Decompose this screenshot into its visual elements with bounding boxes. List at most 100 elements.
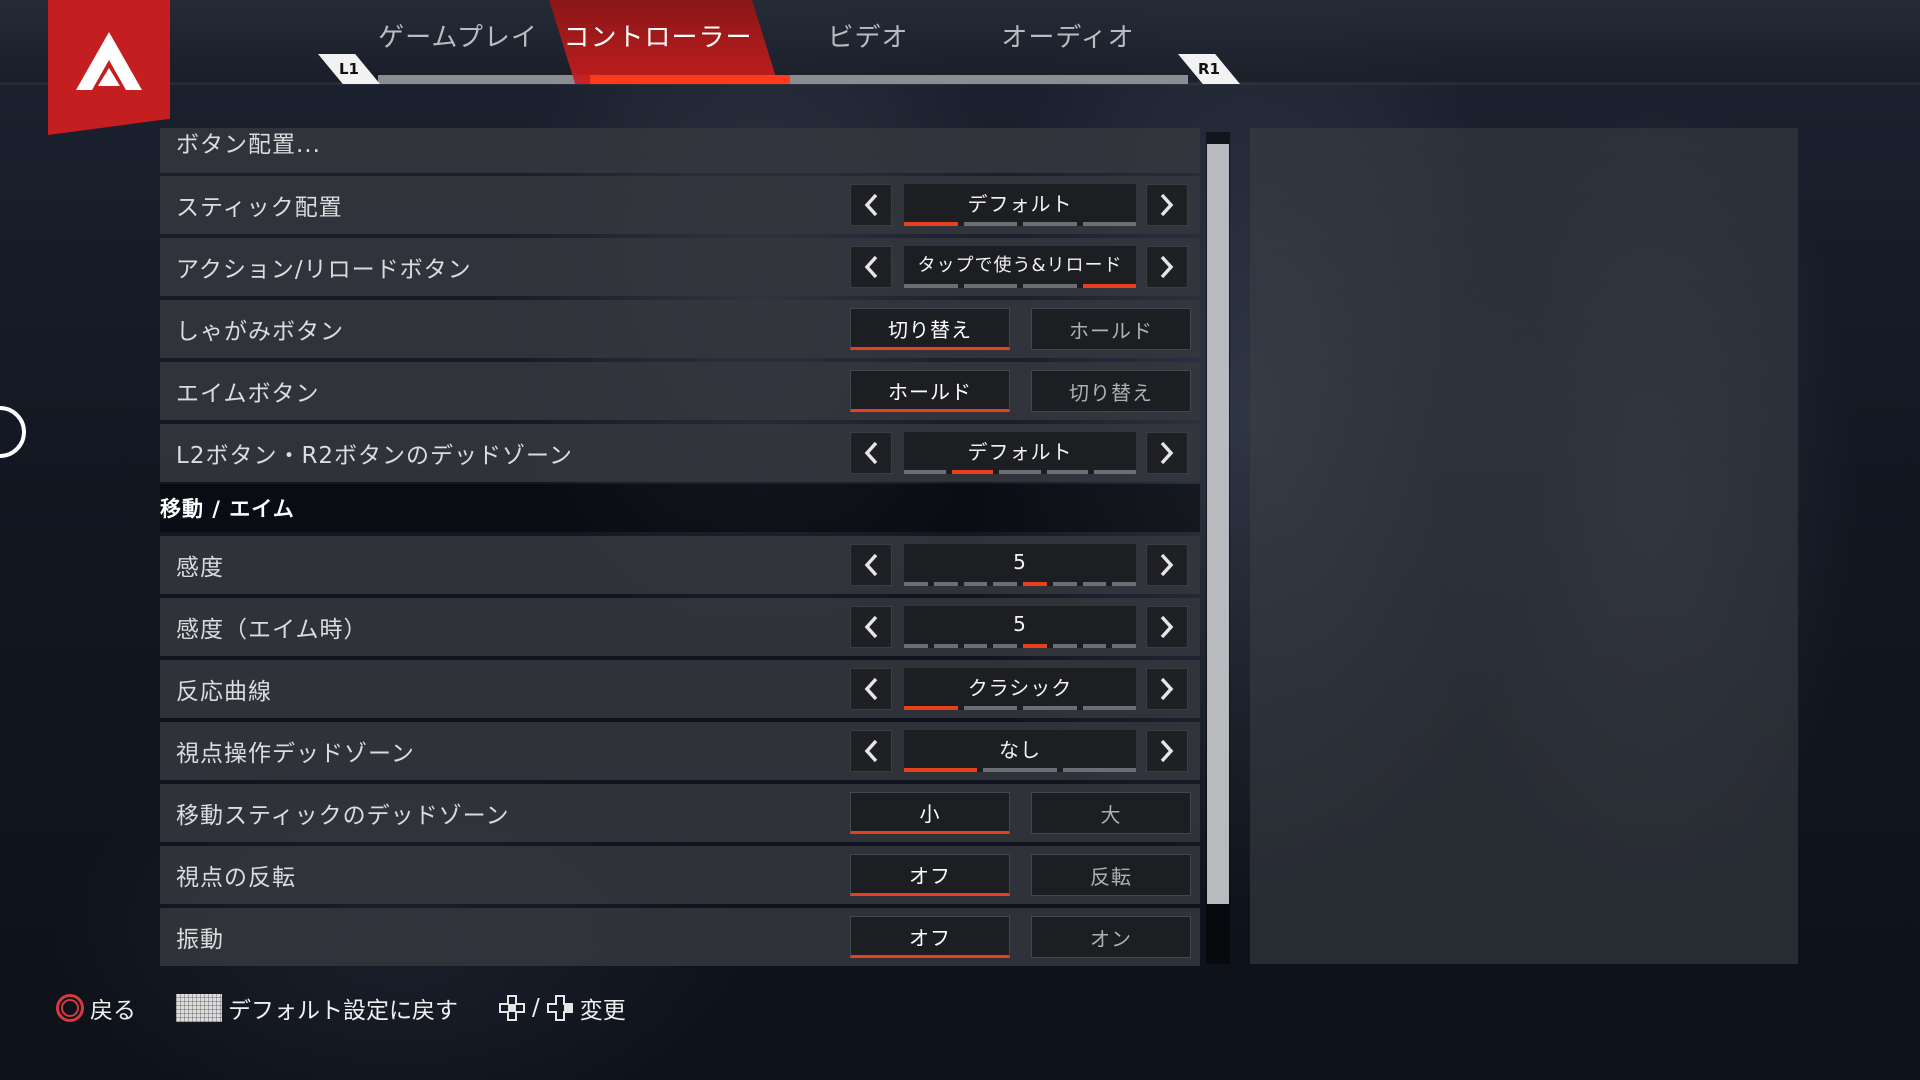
selector-segments <box>904 470 1136 474</box>
chevron-right-icon <box>1160 193 1174 217</box>
sensitivity-selector[interactable]: 5 <box>904 544 1136 586</box>
selector-value: デフォルト <box>967 439 1073 464</box>
selector-segment <box>951 470 994 474</box>
move-deadzone-large-option[interactable]: 大 <box>1031 792 1191 834</box>
move-deadzone-small-option[interactable]: 小 <box>850 792 1010 834</box>
row-button-layout[interactable]: ボタン配置... <box>160 128 1200 173</box>
row-label: 感度（エイム時） <box>176 617 368 643</box>
row-label: 視点操作デッドゾーン <box>176 741 415 767</box>
crouch-toggle-option[interactable]: 切り替え <box>850 308 1010 350</box>
selector-segment <box>1052 582 1077 586</box>
ads-sensitivity-selector[interactable]: 5 <box>904 606 1136 648</box>
next-arrow-button[interactable] <box>1146 544 1188 586</box>
row-label: 感度 <box>176 555 224 581</box>
chevron-right-icon <box>1160 739 1174 763</box>
crouch-hold-option[interactable]: ホールド <box>1031 308 1191 350</box>
change-prompt[interactable]: / 変更 <box>498 991 626 1025</box>
next-arrow-button[interactable] <box>1146 432 1188 474</box>
next-arrow-button[interactable] <box>1146 730 1188 772</box>
selector-segment <box>933 644 958 648</box>
selector-value: デフォルト <box>967 191 1073 216</box>
back-prompt[interactable]: 戻る <box>56 991 136 1025</box>
chevron-right-icon <box>1160 255 1174 279</box>
row-label: しゃがみボタン <box>176 319 344 345</box>
tab-video[interactable]: ビデオ <box>768 0 968 84</box>
selector-segment <box>963 644 988 648</box>
vibration-off-option[interactable]: オフ <box>850 916 1010 958</box>
selector-segments <box>904 768 1136 772</box>
selector-segment <box>1094 470 1136 474</box>
response-curve-selector[interactable]: クラシック <box>904 668 1136 710</box>
chevron-left-icon <box>864 255 878 279</box>
selector-segment <box>1082 706 1136 710</box>
chevron-right-icon <box>1160 553 1174 577</box>
next-arrow-button[interactable] <box>1146 184 1188 226</box>
row-stick-layout: スティック配置 デフォルト <box>160 176 1200 234</box>
selector-segment <box>963 222 1017 226</box>
selector-segment <box>999 470 1041 474</box>
prev-arrow-button[interactable] <box>850 606 892 648</box>
prev-arrow-button[interactable] <box>850 668 892 710</box>
action-reload-selector[interactable]: タップで使う&リロード <box>904 246 1136 288</box>
aim-toggle-option[interactable]: 切り替え <box>1031 370 1191 412</box>
chevron-left-icon <box>864 739 878 763</box>
next-arrow-button[interactable] <box>1146 606 1188 648</box>
selector-value: タップで使う&リロード <box>917 255 1123 276</box>
row-vibration: 振動 オフ オン <box>160 908 1200 966</box>
scrollbar-thumb[interactable] <box>1207 144 1229 904</box>
prev-arrow-button[interactable] <box>850 432 892 474</box>
row-trigger-deadzone: L2ボタン・R2ボタンのデッドゾーン デフォルト <box>160 424 1200 482</box>
selector-segments <box>904 582 1136 586</box>
trigger-deadzone-selector[interactable]: デフォルト <box>904 432 1136 474</box>
selector-segment <box>963 284 1017 288</box>
next-arrow-button[interactable] <box>1146 668 1188 710</box>
dpad-icon <box>546 994 574 1022</box>
selector-segment <box>1023 706 1077 710</box>
touchpad-button-icon <box>176 994 222 1022</box>
selector-segment <box>904 706 958 710</box>
change-separator: / <box>532 995 540 1021</box>
settings-tabs: L1 ゲームプレイ コントローラー ビデオ オーディオ R1 <box>318 0 1248 84</box>
apex-logo <box>48 0 170 135</box>
selector-segment <box>1112 644 1136 648</box>
row-label: 振動 <box>176 927 224 953</box>
selector-segment <box>904 768 978 772</box>
row-response-curve: 反応曲線 クラシック <box>160 660 1200 718</box>
prev-arrow-button[interactable] <box>850 184 892 226</box>
row-label: スティック配置 <box>176 195 343 221</box>
back-label: 戻る <box>90 998 136 1024</box>
selector-segments <box>904 284 1136 288</box>
selector-segments <box>904 706 1136 710</box>
selector-segment <box>1023 222 1077 226</box>
selector-value: クラシック <box>967 675 1073 700</box>
dpad-icon <box>498 994 526 1022</box>
tab-gameplay[interactable]: ゲームプレイ <box>358 0 558 84</box>
description-panel <box>1250 128 1798 964</box>
prev-arrow-button[interactable] <box>850 246 892 288</box>
selector-segment <box>1023 284 1077 288</box>
invert-look-off-option[interactable]: オフ <box>850 854 1010 896</box>
reset-defaults-prompt[interactable]: デフォルト設定に戻す <box>176 991 458 1025</box>
tab-audio[interactable]: オーディオ <box>968 0 1168 84</box>
selector-segment <box>904 644 928 648</box>
aim-hold-option[interactable]: ホールド <box>850 370 1010 412</box>
tab-controller[interactable]: コントローラー <box>558 0 758 84</box>
selector-value: なし <box>999 737 1041 762</box>
look-deadzone-selector[interactable]: なし <box>904 730 1136 772</box>
selector-segment <box>993 582 1017 586</box>
row-label: 視点の反転 <box>176 865 296 891</box>
invert-look-on-option[interactable]: 反転 <box>1031 854 1191 896</box>
chevron-right-icon <box>1160 615 1174 639</box>
prev-arrow-button[interactable] <box>850 544 892 586</box>
apex-logo-icon <box>76 31 142 90</box>
vibration-on-option[interactable]: オン <box>1031 916 1191 958</box>
selector-value: 5 <box>1013 550 1027 574</box>
chevron-right-icon <box>1160 441 1174 465</box>
row-aim: エイムボタン ホールド 切り替え <box>160 362 1200 420</box>
prev-arrow-button[interactable] <box>850 730 892 772</box>
row-move-deadzone: 移動スティックのデッドゾーン 小 大 <box>160 784 1200 842</box>
selector-segment <box>933 582 958 586</box>
next-arrow-button[interactable] <box>1146 246 1188 288</box>
settings-list: ボタン配置... スティック配置 デフォルト アクション/リロードボタン タップ… <box>160 128 1200 966</box>
stick-layout-selector[interactable]: デフォルト <box>904 184 1136 226</box>
